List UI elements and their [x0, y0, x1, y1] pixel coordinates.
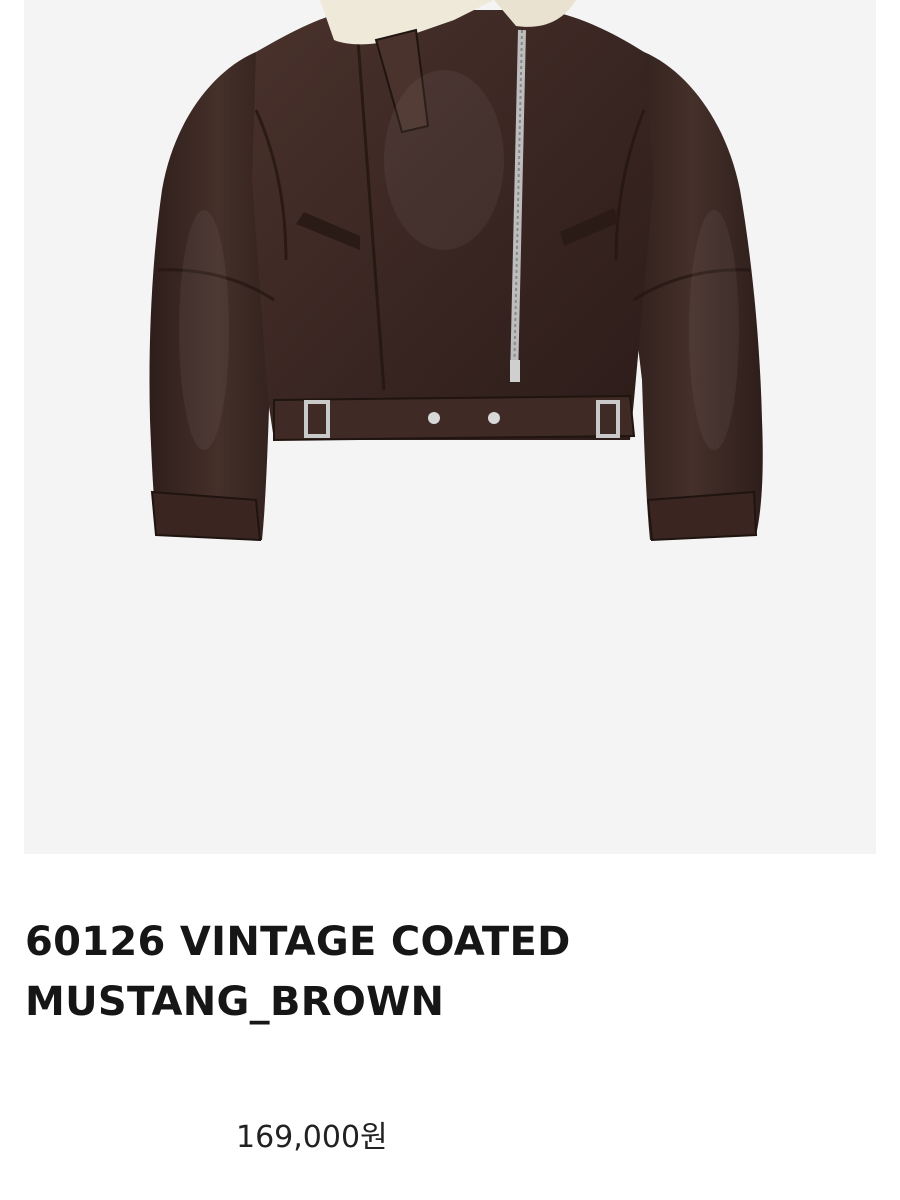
product-image[interactable]: [24, 0, 876, 854]
snap-right: [488, 412, 500, 424]
snap-left: [428, 412, 440, 424]
product-title[interactable]: 60126 VINTAGE COATED MUSTANG_BROWN: [25, 912, 785, 1032]
jacket-illustration: [149, 0, 763, 542]
product-price: 169,000원: [236, 1120, 388, 1155]
